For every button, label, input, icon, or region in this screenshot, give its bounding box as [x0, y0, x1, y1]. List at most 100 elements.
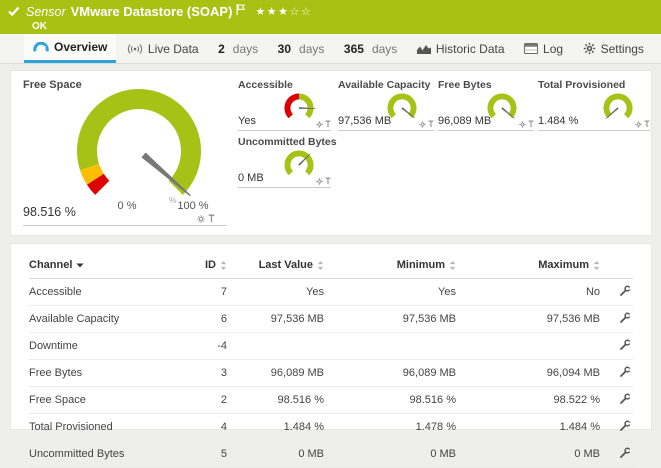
tab-historic-data[interactable]: Historic Data	[408, 34, 514, 63]
gauge-pin-icon[interactable]	[208, 214, 215, 223]
table-header-row: Channel ID Last Value Minimum Maximum	[29, 254, 633, 279]
cell-id: 2	[179, 387, 227, 414]
cell-channel: Uncommitted Bytes	[29, 441, 179, 468]
cell-id: 6	[179, 306, 227, 333]
gauge-gear-icon[interactable]	[419, 121, 426, 128]
priority-stars[interactable]: ★★★☆☆	[255, 5, 312, 18]
wrench-icon	[619, 366, 631, 378]
wrench-icon	[619, 339, 631, 351]
channel-settings-button[interactable]	[619, 393, 631, 405]
cell-maximum: 98.522 %	[456, 387, 600, 414]
tab-live-data[interactable]: Live Data	[118, 34, 208, 63]
small-gauge-total-provisioned: Total Provisioned 1.484 %	[538, 79, 650, 131]
object-type-label: Sensor	[26, 5, 66, 19]
sort-both-icon	[220, 261, 227, 270]
tab-settings[interactable]: Settings	[574, 34, 653, 63]
cell-last-value	[227, 333, 324, 360]
small-gauge-value: 1.484 %	[538, 115, 578, 127]
cell-id: 4	[179, 414, 227, 441]
small-gauge-available-capacity: Available Capacity 97,536 MB	[338, 79, 434, 131]
table-row: Free Space298.516 %98.516 %98.522 %	[29, 387, 633, 414]
channel-settings-button[interactable]	[619, 339, 631, 351]
cell-last-value: 0 MB	[227, 441, 324, 468]
channel-settings-button[interactable]	[619, 366, 631, 378]
priority-flag-icon[interactable]	[236, 4, 245, 15]
gauge-gear-icon[interactable]	[316, 121, 323, 128]
tab-30-days[interactable]: 30days	[269, 34, 334, 63]
small-gauge-value: Yes	[238, 115, 256, 127]
table-row: Accessible7YesYesNo	[29, 279, 633, 306]
gauge-gear-icon[interactable]	[519, 121, 526, 128]
table-row: Uncommitted Bytes50 MB0 MB0 MB	[29, 441, 633, 468]
channel-settings-button[interactable]	[619, 447, 631, 459]
cell-minimum: 97,536 MB	[324, 306, 456, 333]
tab-historic-data-label: Historic Data	[436, 42, 505, 56]
cell-maximum: No	[456, 279, 600, 306]
cell-id: 7	[179, 279, 227, 306]
free-space-value: 98.516 %	[23, 205, 76, 219]
cell-channel: Available Capacity	[29, 306, 179, 333]
gauge-gear-icon[interactable]	[316, 178, 323, 185]
table-row: Available Capacity697,536 MB97,536 MB97,…	[29, 306, 633, 333]
total-provisioned-gauge-dial	[598, 88, 638, 128]
gauge-min-label: 0 %	[107, 200, 147, 212]
gauge-pin-icon[interactable]	[325, 177, 331, 185]
small-gauge-value: 0 MB	[238, 172, 264, 184]
cell-minimum: 0 MB	[324, 441, 456, 468]
gauge-gear-icon[interactable]	[197, 215, 205, 223]
small-gauge-uncommitted-bytes: Uncommitted Bytes 0 MB	[238, 136, 331, 188]
gauge-underline	[23, 225, 227, 226]
col-header-id[interactable]: ID	[179, 254, 227, 279]
sensor-status-badge: OK	[32, 21, 661, 32]
gauge-pin-icon[interactable]	[428, 120, 434, 128]
channel-table-body: Accessible7YesYesNoAvailable Capacity697…	[29, 279, 633, 468]
tab-overview[interactable]: Overview	[24, 34, 116, 63]
cell-id: 3	[179, 360, 227, 387]
wrench-icon	[619, 447, 631, 459]
col-header-minimum[interactable]: Minimum	[324, 254, 456, 279]
cell-channel: Total Provisioned	[29, 414, 179, 441]
gauge-icon	[33, 42, 49, 53]
cell-minimum: 98.516 %	[324, 387, 456, 414]
gauge-pin-icon[interactable]	[325, 120, 331, 128]
tab-log[interactable]: Log	[515, 34, 572, 63]
sort-both-icon	[317, 261, 324, 270]
channel-settings-button[interactable]	[619, 312, 631, 324]
small-gauge-value: 96,089 MB	[438, 115, 491, 127]
cell-id: 5	[179, 441, 227, 468]
gear-icon	[583, 42, 596, 55]
col-header-last-value[interactable]: Last Value	[227, 254, 324, 279]
cell-last-value: Yes	[227, 279, 324, 306]
cell-maximum: 1.484 %	[456, 414, 600, 441]
cell-minimum: 1.478 %	[324, 414, 456, 441]
gauge-pin-icon[interactable]	[528, 120, 534, 128]
cell-minimum: 96,089 MB	[324, 360, 456, 387]
cell-last-value: 96,089 MB	[227, 360, 324, 387]
wrench-icon	[619, 393, 631, 405]
cell-maximum: 0 MB	[456, 441, 600, 468]
channel-table: Channel ID Last Value Minimum Maximum Ac…	[29, 254, 633, 468]
table-row: Total Provisioned41.484 %1.478 %1.484 %	[29, 414, 633, 441]
free-space-gauge-dial: %	[59, 79, 219, 207]
live-signal-icon	[127, 43, 143, 55]
channel-settings-button[interactable]	[619, 285, 631, 297]
cell-last-value: 97,536 MB	[227, 306, 324, 333]
wrench-icon	[619, 285, 631, 297]
gauge-pin-icon[interactable]	[644, 120, 650, 128]
cell-channel: Free Bytes	[29, 360, 179, 387]
tab-2-days[interactable]: 2days	[209, 34, 267, 63]
cell-channel: Downtime	[29, 333, 179, 360]
tab-live-data-label: Live Data	[148, 42, 199, 56]
accessible-gauge-dial	[279, 88, 319, 128]
cell-channel: Free Space	[29, 387, 179, 414]
tab-settings-label: Settings	[601, 42, 644, 56]
tab-365-days[interactable]: 365days	[335, 34, 406, 63]
cell-minimum: Yes	[324, 279, 456, 306]
col-header-maximum[interactable]: Maximum	[456, 254, 600, 279]
cell-minimum	[324, 333, 456, 360]
gauge-gear-icon[interactable]	[635, 121, 642, 128]
col-header-actions	[600, 254, 633, 279]
col-header-channel[interactable]: Channel	[29, 254, 179, 279]
small-gauges-grid: Accessible Yes Available Capacity 97,536…	[238, 79, 643, 227]
wrench-icon	[619, 312, 631, 324]
